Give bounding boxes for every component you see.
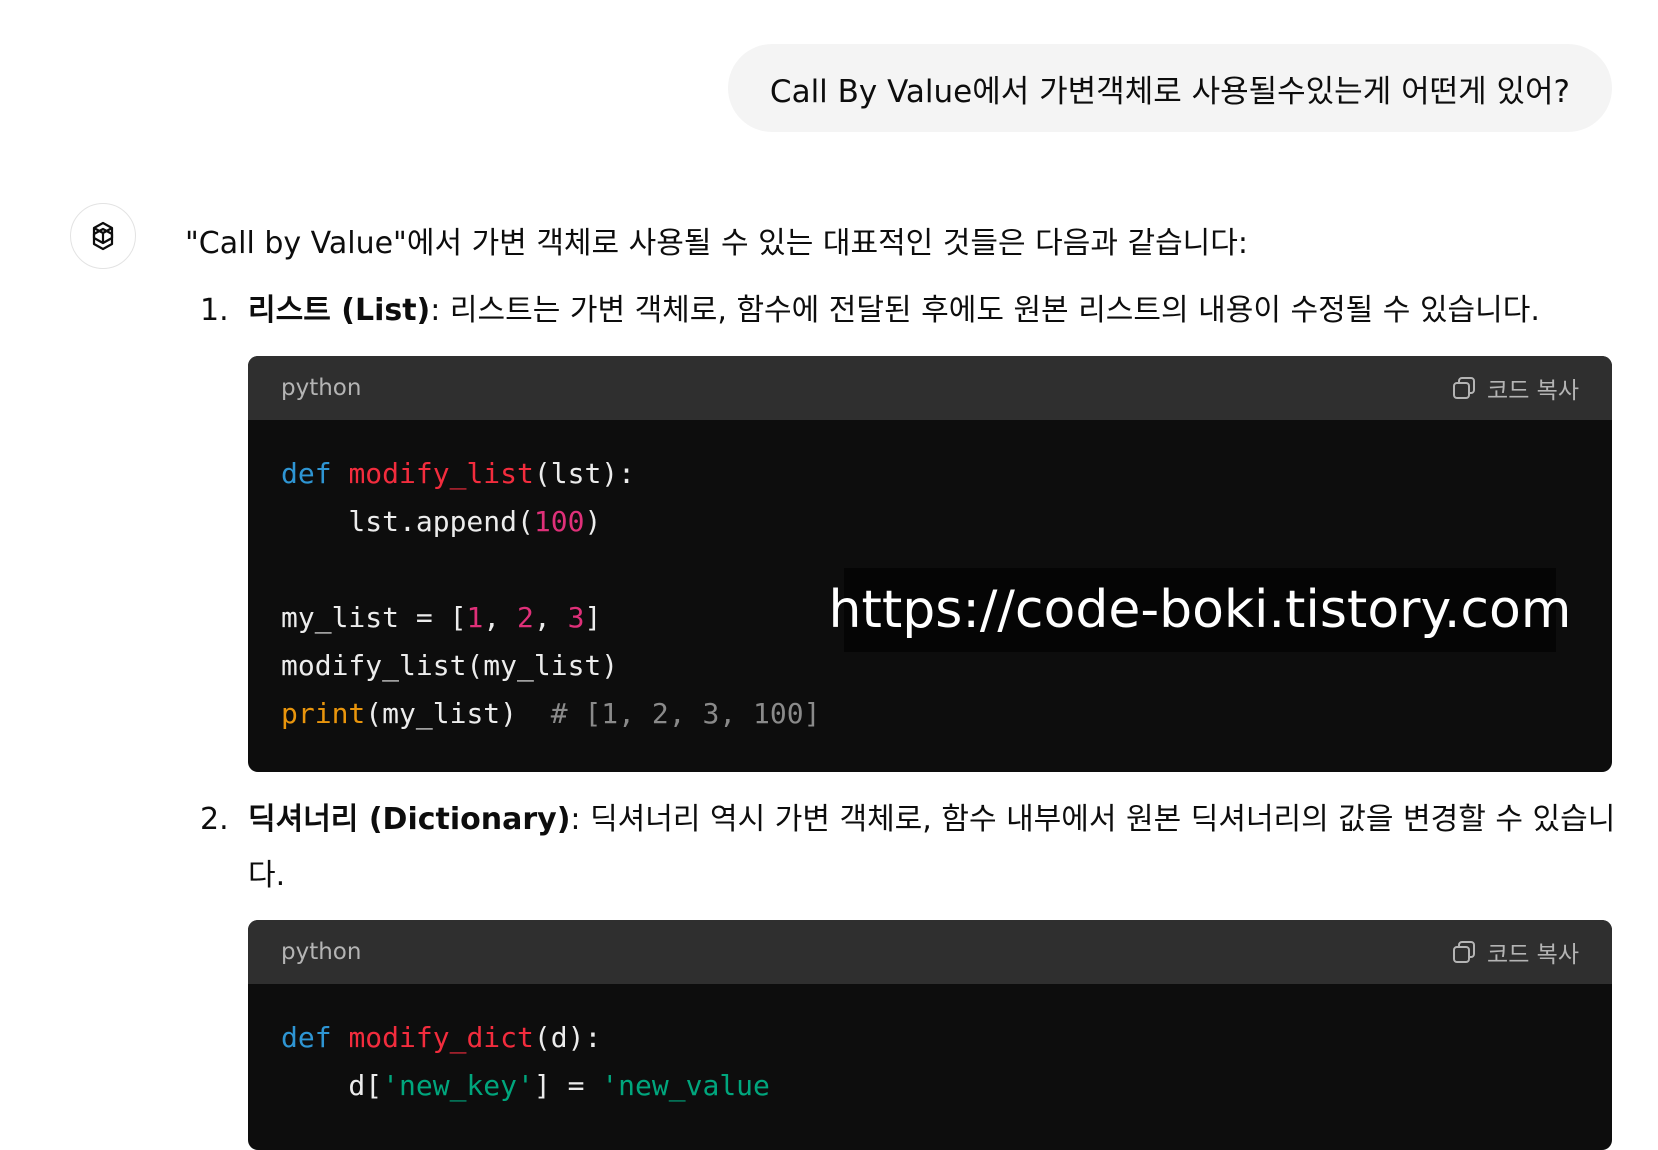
- code-line: print(my_list) # [1, 2, 3, 100]: [281, 690, 1579, 738]
- code-token: 'new_value: [601, 1069, 770, 1102]
- code-token: (d):: [533, 1021, 602, 1054]
- code-token: 100: [533, 505, 585, 538]
- watermark: https://code-boki.tistory.com: [829, 568, 1571, 652]
- copy-code-button[interactable]: 코드 복사: [1451, 935, 1579, 969]
- code-token: # [1, 2, 3, 100]: [550, 697, 821, 730]
- user-message-text: Call By Value에서 가변객체로 사용될수있는게 어떤게 있어?: [769, 73, 1570, 110]
- code-token: ): [584, 505, 602, 538]
- list-item-dictionary: 2. 딕셔너리 (Dictionary): 딕셔너리 역시 가변 객체로, 함수 …: [200, 792, 1615, 848]
- code-token: lst.append(: [281, 505, 534, 538]
- code-token: ,: [533, 601, 568, 634]
- code-token: 3: [567, 601, 585, 634]
- code-token: ,: [483, 601, 518, 634]
- code-line: d['new_key'] = 'new_value: [281, 1062, 1579, 1110]
- assistant-avatar: [70, 203, 136, 269]
- user-message-bubble: Call By Value에서 가변객체로 사용될수있는게 어떤게 있어?: [727, 44, 1612, 132]
- list-item-text-continued: 다.: [248, 858, 286, 893]
- copy-icon: [1453, 377, 1476, 399]
- copy-code-label: 코드 복사: [1487, 378, 1579, 404]
- code-token: modify_dict: [348, 1021, 534, 1054]
- code-token: 1: [466, 601, 484, 634]
- list-item-text: : 리스트는 가변 객체로, 함수에 전달된 후에도 원본 리스트의 내용이 수…: [430, 293, 1540, 328]
- code-token: ] =: [533, 1069, 602, 1102]
- list-item-number: 2.: [200, 802, 229, 837]
- openai-logo-icon: [92, 221, 114, 251]
- copy-icon: [1453, 941, 1476, 963]
- code-language-label: python: [281, 375, 362, 401]
- list-item-title: 리스트 (List): [248, 293, 431, 328]
- list-item-text: : 딕셔너리 역시 가변 객체로, 함수 내부에서 원본 딕셔너리의 값을 변경…: [570, 802, 1616, 837]
- code-line: def modify_list(lst):: [281, 450, 1579, 498]
- code-token: print: [281, 697, 366, 730]
- list-item-title: 딕셔너리 (Dictionary): [248, 802, 571, 837]
- code-token: def: [281, 1021, 332, 1054]
- code-block-list: python 코드 복사 def modify_list(lst): lst.a…: [248, 356, 1612, 772]
- code-token: (lst):: [533, 457, 636, 490]
- list-item-list: 1. 리스트 (List): 리스트는 가변 객체로, 함수에 전달된 후에도 원…: [200, 283, 1540, 339]
- code-token: modify_list(my_list): [281, 649, 619, 682]
- code-line: lst.append(100): [281, 498, 1579, 546]
- assistant-intro: "Call by Value"에서 가변 객체로 사용될 수 있는 대표적인 것…: [185, 226, 1248, 261]
- code-token: my_list = [: [281, 601, 467, 634]
- code-token: modify_list: [348, 457, 534, 490]
- code-token: 2: [517, 601, 534, 634]
- list-item-number: 1.: [200, 293, 229, 328]
- code-header: python 코드 복사: [248, 920, 1612, 984]
- code-token: d[: [281, 1069, 383, 1102]
- code-header: python 코드 복사: [248, 356, 1612, 420]
- code-body: def modify_dict(d): d['new_key'] = 'new_…: [248, 984, 1612, 1110]
- copy-code-label: 코드 복사: [1487, 942, 1579, 968]
- code-token: def: [281, 457, 332, 490]
- code-token: 'new_key': [382, 1069, 534, 1102]
- copy-code-button[interactable]: 코드 복사: [1451, 371, 1579, 405]
- code-language-label: python: [281, 939, 362, 965]
- code-token: ]: [584, 601, 602, 634]
- code-token: (my_list): [365, 697, 551, 730]
- code-line: def modify_dict(d):: [281, 1014, 1579, 1062]
